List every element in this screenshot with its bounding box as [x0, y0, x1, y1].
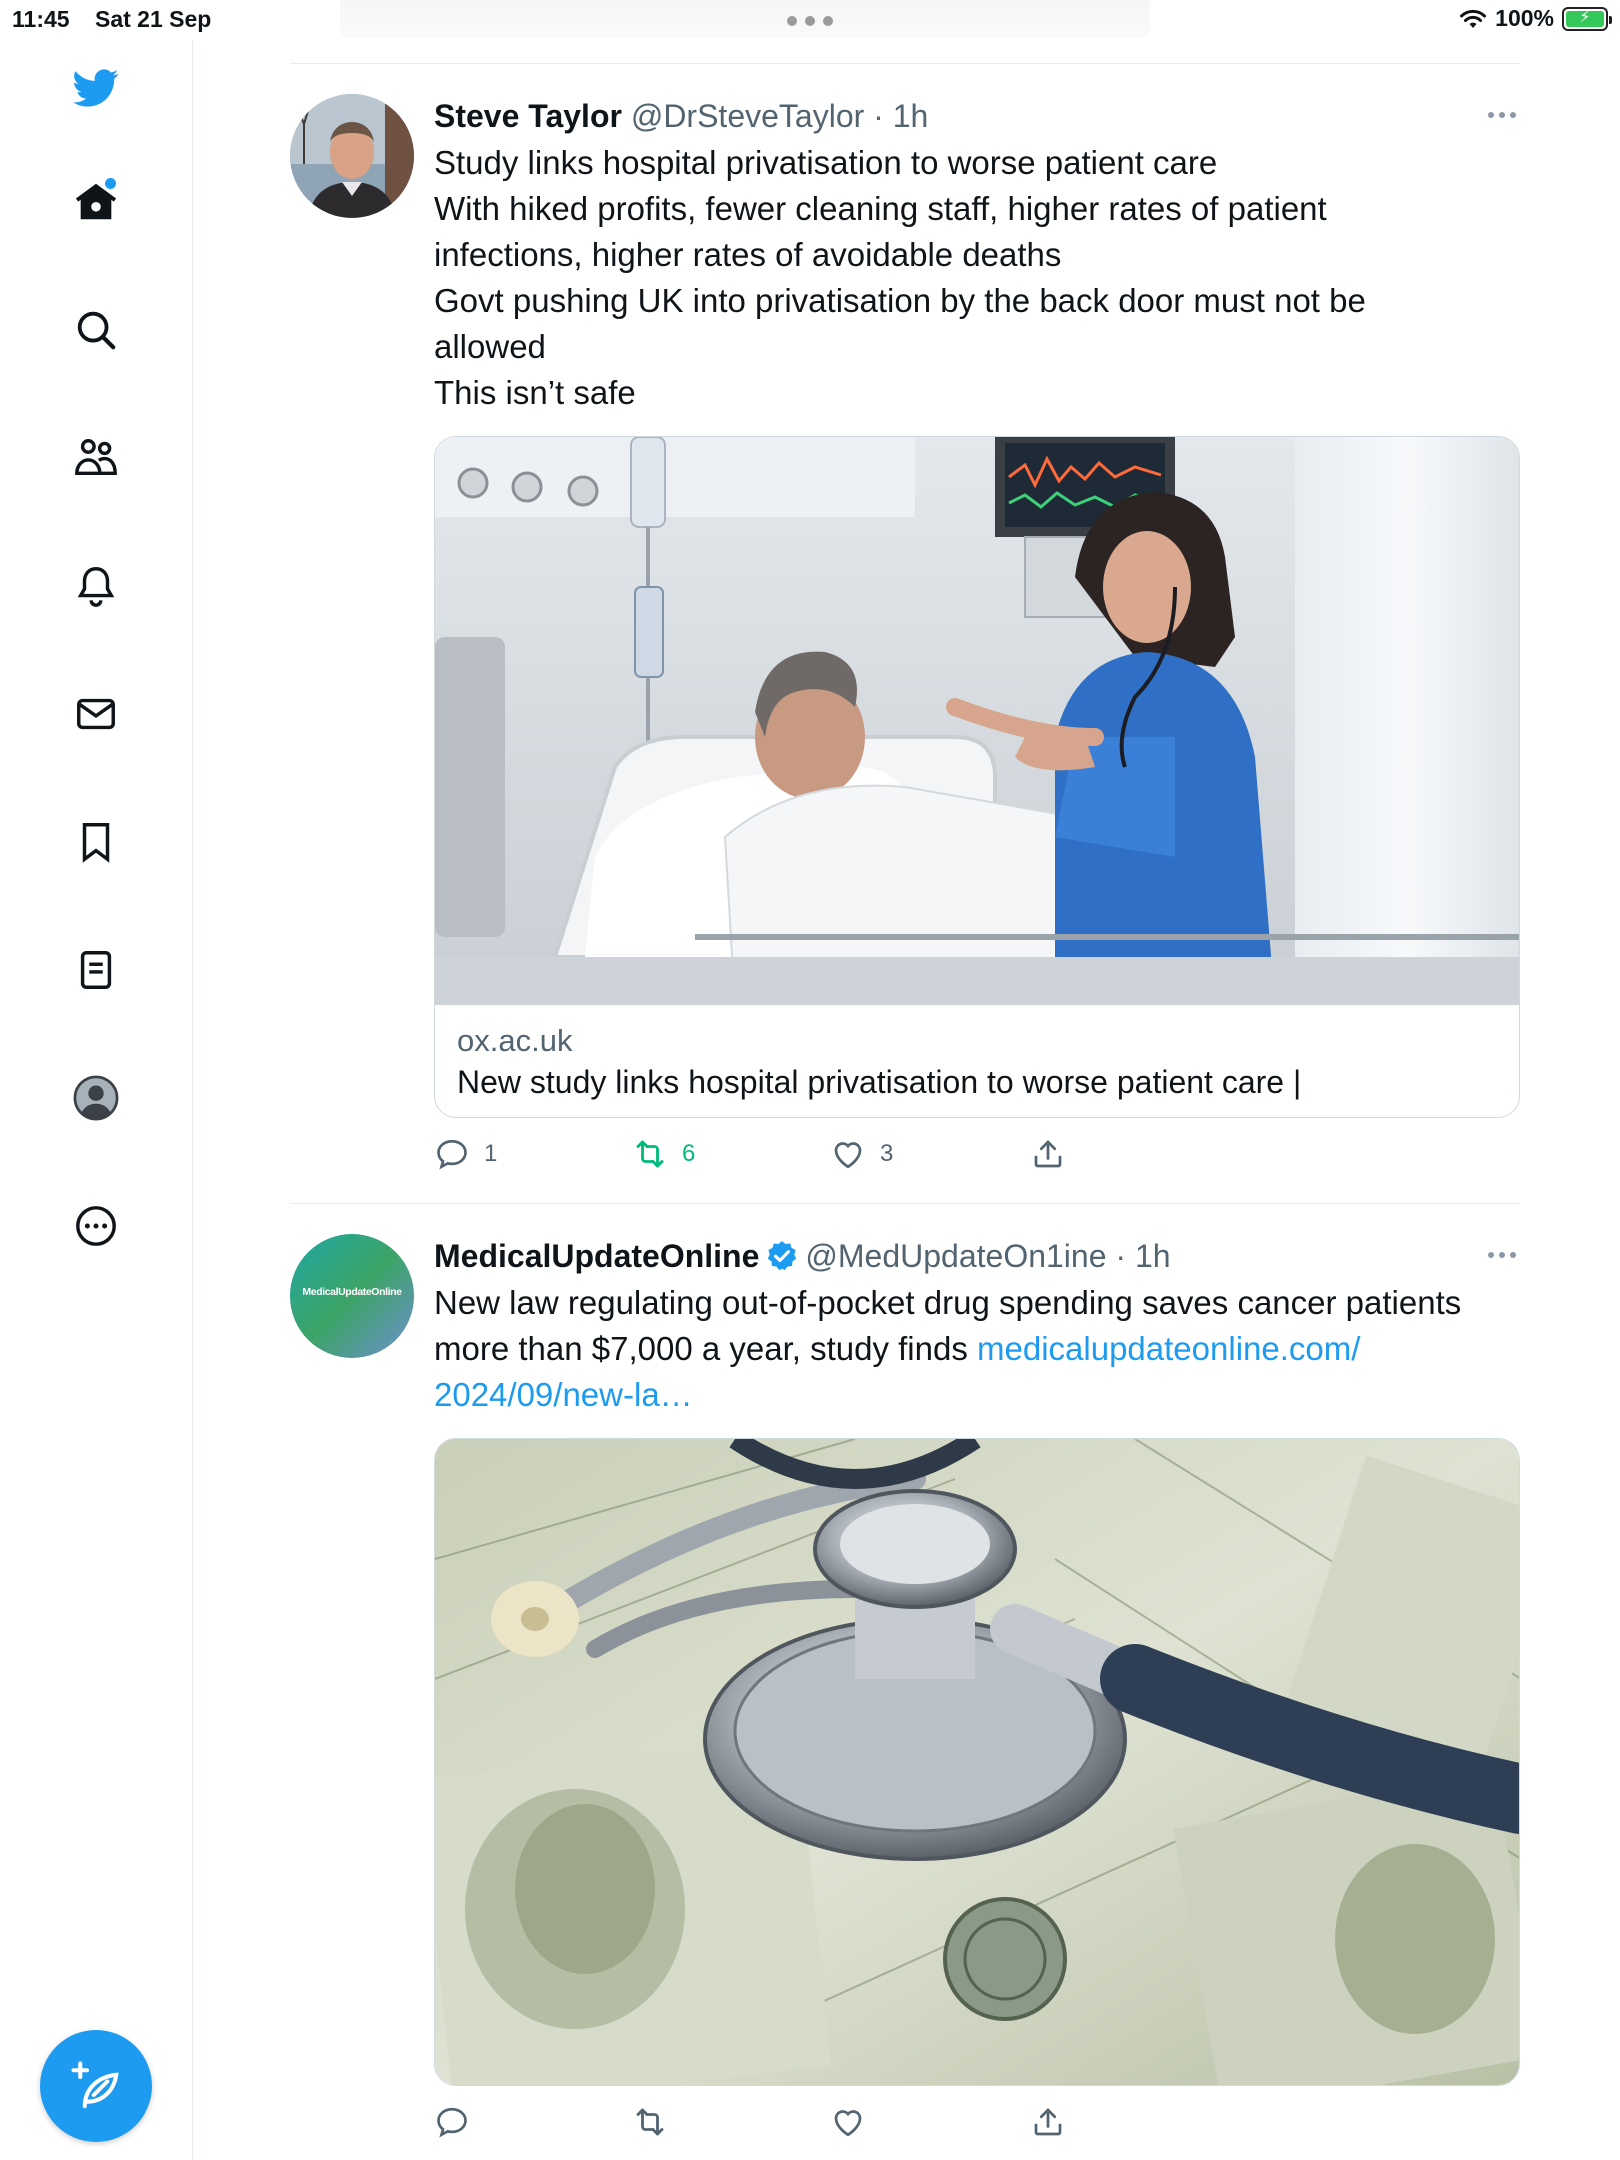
tweet-link[interactable]: medicalupdateonline.com/ — [977, 1330, 1360, 1367]
heart-icon — [834, 2110, 862, 2137]
notification-dot — [105, 178, 116, 189]
author-handle[interactable]: @MedUpdateOn1ine — [805, 1238, 1106, 1274]
status-time: 11:45 — [12, 6, 70, 32]
tweet-text-line: Study links hospital privatisation to wo… — [434, 144, 1218, 181]
status-date: Sat 21 Sep — [95, 6, 212, 32]
author-name[interactable]: Steve Taylor — [434, 98, 622, 134]
separator-dot: · — [873, 98, 884, 134]
twitter-bird-icon[interactable] — [68, 60, 124, 116]
sidebar — [0, 40, 193, 2160]
search-icon[interactable] — [68, 302, 124, 358]
tweet-text-line: allowed — [434, 328, 546, 365]
more-circle-icon[interactable] — [68, 1198, 124, 1254]
share-icon — [1034, 2108, 1062, 2136]
retweet-count: 6 — [682, 1140, 696, 1167]
tweet-text-line: more than $7,000 a year, study finds — [434, 1330, 978, 1367]
share-icon — [1034, 1140, 1062, 1168]
profile-avatar-icon[interactable] — [68, 1070, 124, 1126]
tweet-image[interactable] — [434, 1438, 1520, 2086]
retweet-button[interactable] — [632, 2104, 682, 2140]
status-bar: 11:45 Sat 21 Sep 100% ⚡ — [0, 0, 1620, 40]
link-card[interactable]: ox.ac.uk New study links hospital privat… — [434, 436, 1520, 1118]
card-image[interactable] — [435, 437, 1519, 1006]
bookmark-icon[interactable] — [68, 814, 124, 870]
tweet-header: Steve Taylor @DrSteveTaylor · 1h — [434, 94, 1520, 138]
tweet-timestamp[interactable]: 1h — [893, 98, 929, 134]
tweet-text: New law regulating out-of-pocket drug sp… — [434, 1280, 1520, 1418]
tweet-link[interactable]: 2024/09/new-la… — [434, 1372, 1520, 1418]
author-name[interactable]: MedicalUpdateOnline — [434, 1238, 759, 1274]
author-handle[interactable]: @DrSteveTaylor — [631, 98, 864, 134]
heart-icon — [834, 1142, 862, 1169]
home-icon[interactable] — [68, 174, 124, 230]
separator-dot: · — [1115, 1238, 1127, 1274]
reply-icon — [437, 1139, 467, 1170]
tweet-actions: 1 6 3 — [434, 1136, 1520, 1192]
feed-divider — [290, 63, 1520, 64]
avatar[interactable]: MedicalUpdateOnline — [290, 1234, 414, 1358]
like-button[interactable] — [830, 2104, 880, 2140]
tweet-actions — [434, 2104, 1520, 2160]
verified-badge-icon — [768, 1241, 797, 1271]
tweet-text-line: This isn’t safe — [434, 374, 636, 411]
card-meta[interactable]: ox.ac.uk New study links hospital privat… — [435, 1005, 1519, 1117]
tweet-text-line: infections, higher rates of avoidable de… — [434, 236, 1062, 273]
more-options-icon[interactable] — [1488, 112, 1516, 118]
tweet-header: MedicalUpdateOnline @MedUpdateOn1ine · 1h — [434, 1234, 1520, 1278]
tweet-text-line: New law regulating out-of-pocket drug sp… — [434, 1284, 1462, 1321]
multitasking-dots-icon[interactable] — [787, 16, 833, 26]
tweet-text-line: Govt pushing UK into privatisation by th… — [434, 282, 1366, 319]
feed-divider — [290, 1203, 1520, 1204]
card-domain: ox.ac.uk — [457, 1023, 573, 1058]
retweet-icon — [636, 2108, 664, 2136]
tweet-text-line: With hiked profits, fewer cleaning staff… — [434, 190, 1327, 227]
lists-icon[interactable] — [68, 942, 124, 998]
compose-tweet-icon — [71, 2061, 119, 2109]
like-count: 3 — [880, 1140, 894, 1167]
like-button[interactable]: 3 — [830, 1136, 893, 1172]
mail-icon[interactable] — [68, 686, 124, 742]
reply-button[interactable] — [434, 2104, 484, 2140]
retweet-button[interactable]: 6 — [632, 1136, 695, 1172]
share-button[interactable] — [1030, 1136, 1066, 1172]
battery-icon: ⚡ — [1562, 6, 1612, 31]
more-options-icon[interactable] — [1488, 1252, 1516, 1258]
wifi-icon — [1460, 9, 1487, 28]
reply-button[interactable]: 1 — [434, 1136, 497, 1172]
reply-icon — [437, 2107, 467, 2138]
card-title: New study links hospital privatisation t… — [457, 1064, 1302, 1100]
tweet-timestamp[interactable]: 1h — [1135, 1238, 1171, 1274]
reply-count: 1 — [484, 1140, 498, 1167]
compose-tweet-button[interactable] — [40, 2030, 152, 2142]
retweet-icon — [636, 1140, 664, 1168]
multitasking-strip — [340, 0, 1150, 38]
status-indicators: 100% ⚡ — [1459, 5, 1612, 32]
battery-percentage: 100% — [1495, 5, 1554, 31]
tweet-text: Study links hospital privatisation to wo… — [434, 140, 1520, 416]
avatar-brand-text: MedicalUpdateOnline — [302, 1286, 402, 1298]
bell-icon[interactable] — [68, 558, 124, 614]
communities-icon[interactable] — [68, 430, 124, 486]
avatar[interactable] — [290, 94, 414, 218]
share-button[interactable] — [1030, 2104, 1066, 2140]
